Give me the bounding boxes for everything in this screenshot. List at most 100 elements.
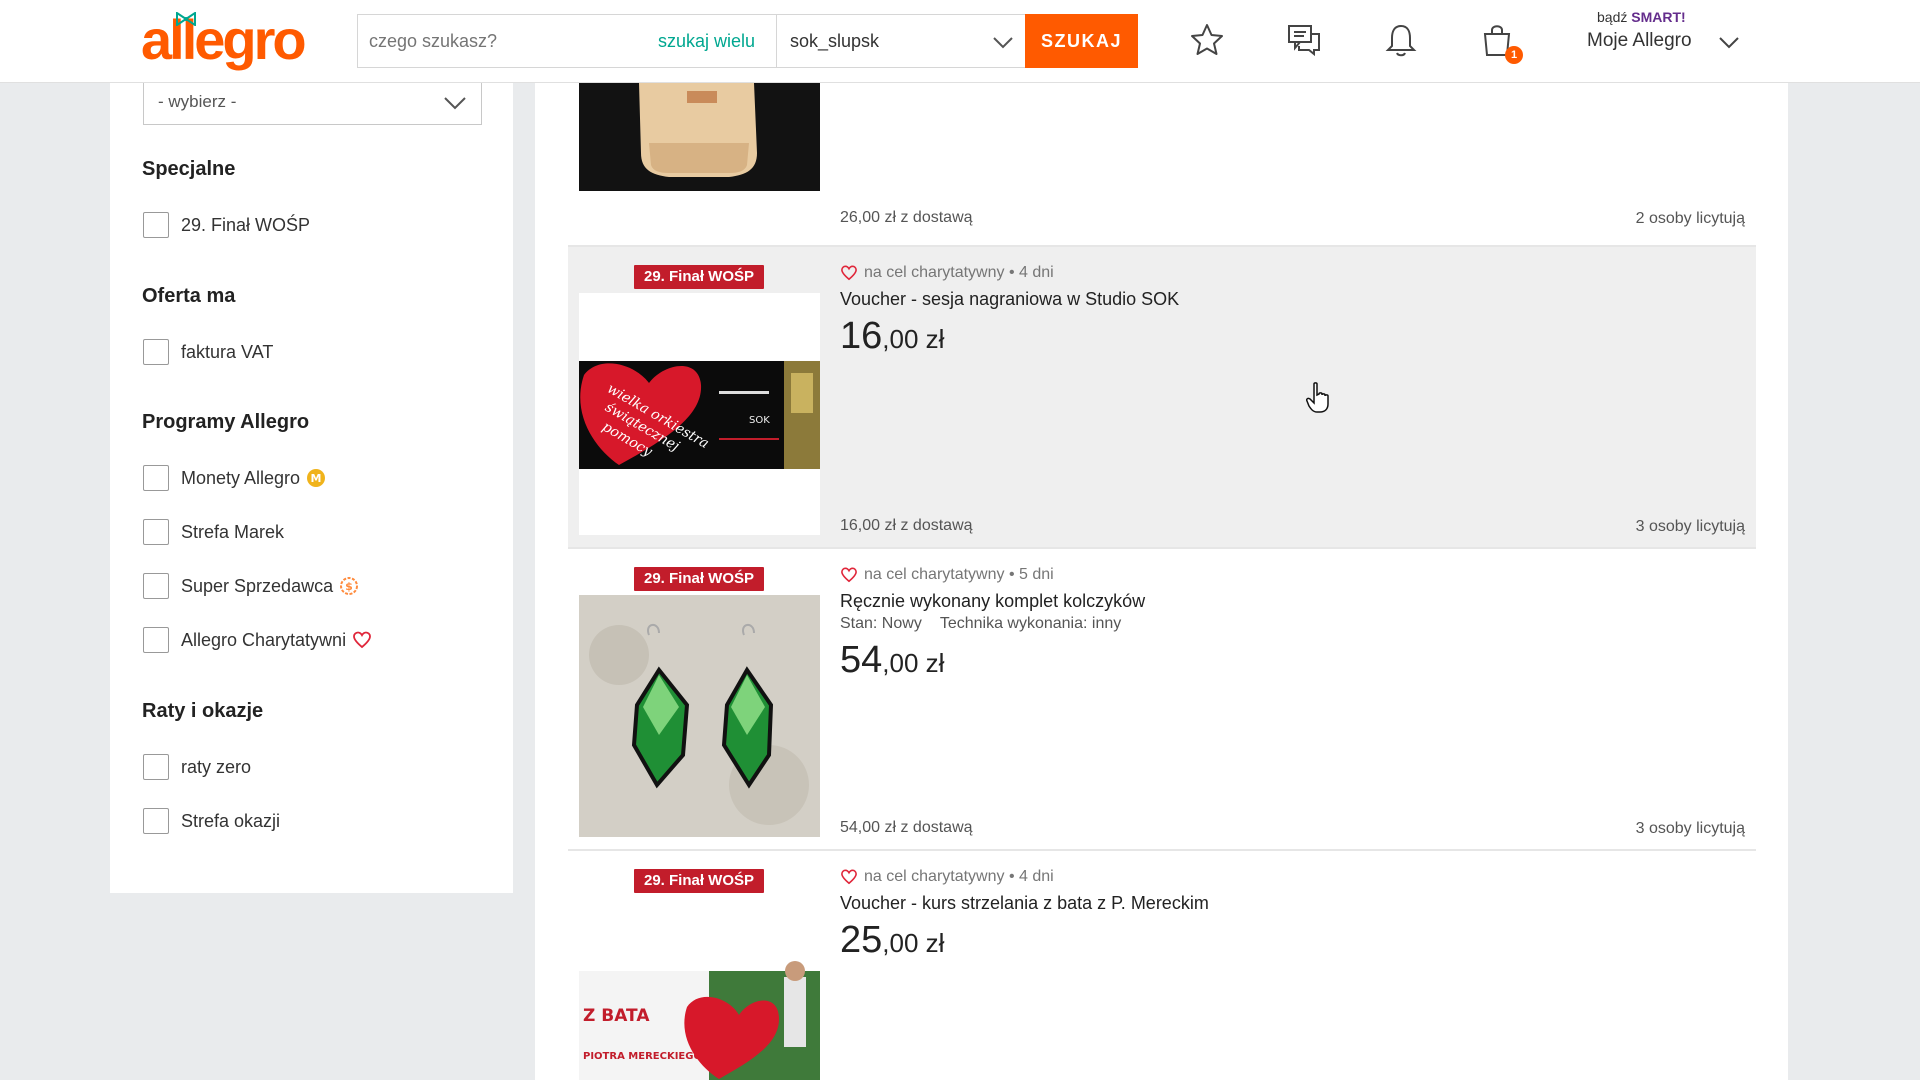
checkbox[interactable] [143,573,169,599]
wosp-badge: 29. Finał WOŚP [634,265,764,289]
item-title[interactable]: Voucher - sesja nagraniowa w Studio SOK [840,289,1179,310]
bell-icon[interactable] [1383,22,1419,58]
filter-zero-installments[interactable]: raty zero [143,753,251,781]
filter-super-seller[interactable]: Super Sprzedawca $ [143,572,359,600]
listing-item[interactable]: 26,00 zł z dostawą 2 osoby licytują [568,83,1756,245]
product-thumbnail[interactable] [579,595,820,837]
heart-icon [353,631,371,649]
param-state: Stan: Nowy [840,615,922,632]
coin-icon: M [307,469,326,487]
smart-prefix: bądź [1597,9,1628,25]
section-title-specjalne: Specjalne [142,158,236,180]
product-thumbnail[interactable]: Z BATA PIOTRA MERECKIEGO [579,897,820,1080]
listing-panel: 26,00 zł z dostawą 2 osoby licytują 29. … [535,83,1788,1080]
filter-label: Monety Allegro [181,467,301,488]
filter-coins[interactable]: Monety Allegro M [143,464,326,492]
messages-icon[interactable] [1286,22,1322,58]
thumb-line1: Z BATA [583,1006,650,1026]
heart-icon [841,265,857,281]
checkbox[interactable] [143,465,169,491]
section-title-programy: Programy Allegro [142,411,310,433]
section-title-oferta-ma: Oferta ma [142,285,236,307]
filter-label: Super Sprzedawca [181,575,334,596]
price-decimal: ,00 zł [882,648,945,678]
bidders-count: 3 osoby licytują [1635,820,1745,837]
chevron-down-icon [444,97,466,110]
svg-text:M: M [311,472,322,485]
product-thumbnail[interactable]: wielka orkiestra świątecznej pomocy SOK [579,293,820,535]
my-allegro-menu[interactable]: Moje Allegro [1587,30,1692,52]
price-integer: 25 [840,919,883,961]
filter-label: Allegro Charytatywni [181,629,347,650]
filter-label: faktura VAT [181,341,274,362]
svg-text:$: $ [345,580,353,593]
search-bar: szukaj wielu sok_slupsk SZUKAJ [357,14,1138,68]
checkbox[interactable] [143,519,169,545]
price-integer: 54 [840,639,883,681]
search-input[interactable] [358,15,648,67]
filter-select[interactable]: - wybierz - [143,81,482,125]
charity-info: na cel charytatywny • 4 dni [840,868,1054,886]
delivery-price: 26,00 zł z dostawą [840,209,973,226]
filters-sidebar: - wybierz - Specjalne 29. Finał WOŚP Ofe… [110,81,513,893]
wosp-badge: 29. Finał WOŚP [634,567,764,591]
star-icon[interactable] [1189,22,1225,58]
chevron-down-icon [993,37,1013,49]
heart-icon [841,567,857,583]
top-bar: allegro szukaj wielu sok_slupsk SZUKAJ 1… [0,0,1920,83]
charity-info: na cel charytatywny • 5 dni [840,566,1054,584]
svg-text:SOK: SOK [749,415,770,426]
search-many-link[interactable]: szukaj wielu [658,15,755,67]
filter-label: Strefa Marek [181,521,285,542]
filter-charity[interactable]: Allegro Charytatywni [143,626,372,654]
smart-promo[interactable]: bądź SMART! [1597,9,1686,25]
filter-vat-invoice[interactable]: faktura VAT [143,338,273,366]
search-category-select[interactable]: sok_slupsk [776,15,1025,67]
item-price: 25,00 zł [840,919,944,962]
param-technique: Technika wykonania: inny [939,615,1122,632]
voucher-image: Z BATA PIOTRA MERECKIEGO [579,897,820,1080]
wosp-badge: 29. Finał WOŚP [634,869,764,893]
filter-deals-zone[interactable]: Strefa okazji [143,807,280,835]
delivery-price: 54,00 zł z dostawą [840,819,973,836]
wooden-box-image [579,83,820,191]
logo-bow-icon [176,12,196,26]
checkbox[interactable] [143,339,169,365]
charity-label: na cel charytatywny • 5 dni [864,566,1054,583]
item-title[interactable]: Ręcznie wykonany komplet kolczyków [840,591,1145,612]
filter-label: raty zero [181,756,252,777]
charity-info: na cel charytatywny • 4 dni [840,264,1054,282]
price-decimal: ,00 zł [882,324,945,354]
filter-select-value: - wybierz - [158,92,237,111]
item-price: 54,00 zł [840,639,944,682]
item-title[interactable]: Voucher - kurs strzelania z bata z P. Me… [840,893,1209,914]
filter-label: 29. Finał WOŚP [181,214,311,235]
filter-brand-zone[interactable]: Strefa Marek [143,518,284,546]
hand-cursor-icon [1306,382,1329,413]
checkbox[interactable] [143,627,169,653]
search-button[interactable]: SZUKAJ [1025,14,1138,68]
listing-item[interactable]: 29. Finał WOŚP na cel charytatywny • 5 d… [568,549,1756,849]
product-thumbnail[interactable] [579,83,820,191]
chevron-down-icon[interactable] [1718,33,1740,51]
delivery-price: 16,00 zł z dostawą [840,517,973,534]
listing-item[interactable]: 29. Finał WOŚP wielka orkiestra świątecz… [568,247,1756,547]
checkbox[interactable] [143,212,169,238]
smart-word: SMART! [1631,9,1686,25]
price-decimal: ,00 zł [882,928,945,958]
earrings-image [579,595,820,837]
search-category-value: sok_slupsk [790,30,880,51]
checkbox[interactable] [143,754,169,780]
item-params: Stan: Nowy Technika wykonania: inny [840,615,1139,633]
checkbox[interactable] [143,808,169,834]
filter-label: Strefa okazji [181,810,281,831]
price-integer: 16 [840,315,883,357]
super-seller-icon: $ [340,577,359,595]
allegro-logo[interactable]: allegro [141,10,307,70]
section-title-raty: Raty i okazje [142,700,264,722]
filter-wosp[interactable]: 29. Finał WOŚP [143,211,310,239]
heart-icon [841,869,857,885]
thumb-line2: PIOTRA MERECKIEGO [583,1051,702,1062]
listing-item[interactable]: 29. Finał WOŚP Z BATA PIOTRA MERECKIEGO … [568,851,1756,1080]
voucher-image: wielka orkiestra świątecznej pomocy SOK [579,293,820,535]
